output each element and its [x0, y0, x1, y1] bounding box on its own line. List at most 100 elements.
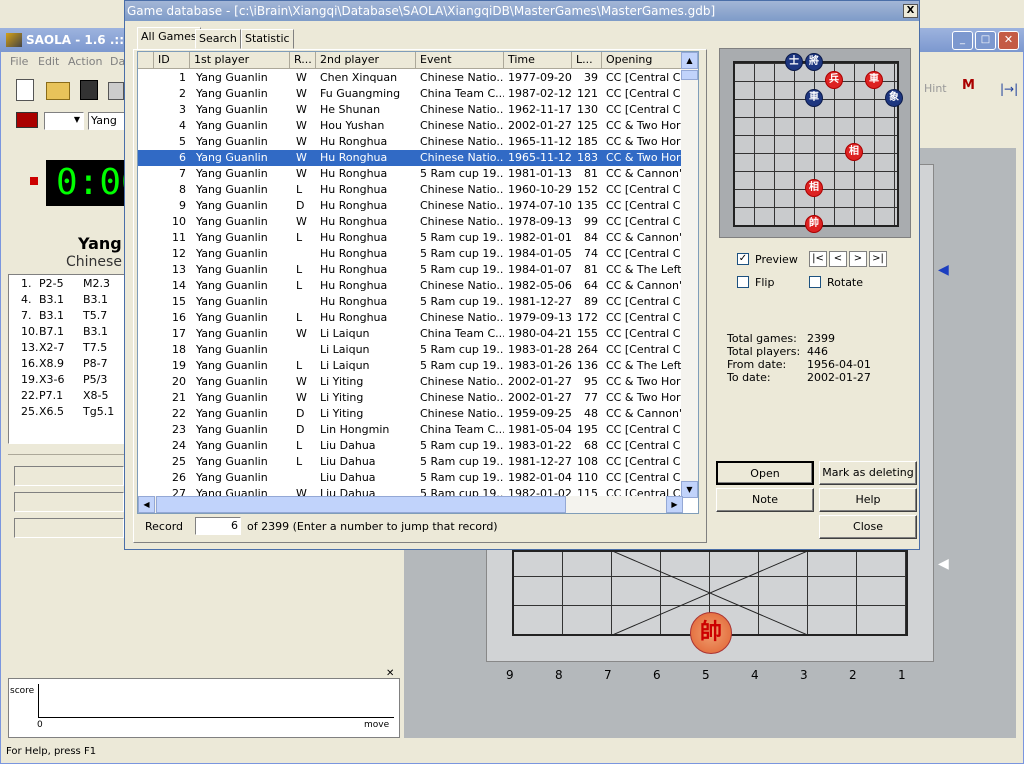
main-close-button[interactable]: ✕: [998, 31, 1019, 50]
table-cell: 1965-11-12: [508, 135, 572, 148]
col-header-opening[interactable]: Opening: [602, 52, 688, 69]
table-row[interactable]: 8 Yang Guanlin L Hu Ronghua Chinese Natio...…: [138, 182, 688, 198]
rotate-label: Rotate: [827, 276, 864, 289]
scroll-right-icon[interactable]: ▶: [666, 496, 683, 513]
print-icon[interactable]: [108, 82, 124, 100]
scroll-left-icon[interactable]: ◀: [138, 496, 155, 513]
table-cell: Chinese Natio...: [420, 103, 504, 116]
table-row[interactable]: 23 Yang Guanlin D Lin Hongmin China Team C..…: [138, 422, 688, 438]
table-row[interactable]: 24 Yang Guanlin L Liu Dahua 5 Ram cup 19... 1…: [138, 438, 688, 454]
hint-label[interactable]: Hint: [924, 82, 947, 95]
move-row[interactable]: 22. P7.1 X8-5: [21, 389, 125, 405]
table-row[interactable]: 3 Yang Guanlin W He Shunan Chinese Natio... 1…: [138, 102, 688, 118]
menu-action[interactable]: Action: [68, 55, 102, 68]
table-row[interactable]: 19 Yang Guanlin L Li Laiqun 5 Ram cup 19... 1…: [138, 358, 688, 374]
table-row[interactable]: 6 Yang Guanlin W Hu Ronghua Chinese Natio...…: [138, 150, 688, 166]
table-cell: 64: [584, 279, 598, 292]
rotate-checkbox[interactable]: [809, 276, 821, 288]
games-table[interactable]: ID 1st player R... 2nd player Event Time…: [137, 51, 699, 514]
move-row[interactable]: 19. X3-6 P5/3: [21, 373, 125, 389]
move-row[interactable]: 13. X2-7 T7.5: [21, 341, 125, 357]
move-row[interactable]: 25. X6.5 Tg5.1: [21, 405, 125, 421]
vertical-scrollbar[interactable]: ▲ ▼: [681, 52, 698, 498]
table-row[interactable]: 15 Yang Guanlin Hu Ronghua 5 Ram cup 19... 1…: [138, 294, 688, 310]
flip-checkbox[interactable]: [737, 276, 749, 288]
table-row[interactable]: 20 Yang Guanlin W Li Yiting Chinese Natio...…: [138, 374, 688, 390]
table-cell: Hu Ronghua: [320, 199, 388, 212]
open-folder-icon[interactable]: [46, 82, 70, 100]
move-row[interactable]: 1. P2-5 M2.3: [21, 277, 125, 293]
table-row[interactable]: 13 Yang Guanlin L Hu Ronghua 5 Ram cup 19...…: [138, 262, 688, 278]
menu-database[interactable]: Da: [110, 55, 125, 68]
scroll-thumb-h[interactable]: [156, 496, 566, 513]
move-info-icon[interactable]: M: [962, 78, 986, 102]
minimize-button[interactable]: _: [952, 31, 973, 50]
move-row[interactable]: 7. B3.1 T5.7: [21, 309, 125, 325]
table-row[interactable]: 17 Yang Guanlin W Li Laiqun China Team C... 1…: [138, 326, 688, 342]
menu-file[interactable]: File: [10, 55, 28, 68]
help-button[interactable]: Help: [819, 488, 917, 512]
table-row[interactable]: 7 Yang Guanlin W Hu Ronghua 5 Ram cup 19... 1…: [138, 166, 688, 182]
table-row[interactable]: 12 Yang Guanlin Hu Ronghua 5 Ram cup 19... 1…: [138, 246, 688, 262]
col-header-player1[interactable]: 1st player: [190, 52, 290, 69]
preview-checkbox[interactable]: ✓: [737, 253, 749, 265]
col-header-time[interactable]: Time: [504, 52, 572, 69]
table-row[interactable]: 18 Yang Guanlin Li Laiqun 5 Ram cup 19... 19…: [138, 342, 688, 358]
mark-deleting-button[interactable]: Mark as deleting: [819, 461, 917, 485]
col-header-event[interactable]: Event: [416, 52, 504, 69]
nav-last-button[interactable]: >|: [869, 251, 887, 267]
col-header-result[interactable]: R...: [290, 52, 316, 69]
table-row[interactable]: 26 Yang Guanlin Liu Dahua 5 Ram cup 19... 19…: [138, 470, 688, 486]
move-row[interactable]: 10. B7.1 B3.1: [21, 325, 125, 341]
maximize-button[interactable]: □: [975, 31, 996, 50]
table-cell: CC & Two Hors: [606, 375, 687, 388]
table-row[interactable]: 2 Yang Guanlin W Fu Guangming China Team C..…: [138, 86, 688, 102]
table-cell: CC [Central Car: [606, 247, 688, 260]
table-cell: 13: [172, 263, 186, 276]
close-button[interactable]: Close: [819, 515, 917, 539]
table-cell: 1984-01-05: [508, 247, 572, 260]
move-row[interactable]: 16. X8.9 P8-7: [21, 357, 125, 373]
scroll-up-icon[interactable]: ▲: [681, 52, 698, 69]
col-header-id[interactable]: ID: [154, 52, 190, 69]
table-row[interactable]: 21 Yang Guanlin W Li Yiting Chinese Natio...…: [138, 390, 688, 406]
table-row[interactable]: 22 Yang Guanlin D Li Yiting Chinese Natio...…: [138, 406, 688, 422]
col-header-player2[interactable]: 2nd player: [316, 52, 416, 69]
tab-search[interactable]: Search: [195, 29, 241, 49]
table-row[interactable]: 11 Yang Guanlin L Hu Ronghua 5 Ram cup 19...…: [138, 230, 688, 246]
record-input[interactable]: 6: [195, 517, 241, 535]
tab-statistic[interactable]: Statistic: [241, 29, 294, 49]
scroll-down-icon[interactable]: ▼: [681, 481, 698, 498]
table-row[interactable]: 25 Yang Guanlin L Liu Dahua 5 Ram cup 19... 1…: [138, 454, 688, 470]
move-to-end-icon[interactable]: |→|: [1000, 82, 1018, 96]
tab-all-games[interactable]: All Games: [137, 27, 201, 50]
comment-field-3[interactable]: [14, 518, 124, 538]
table-row[interactable]: 9 Yang Guanlin D Hu Ronghua Chinese Natio...…: [138, 198, 688, 214]
table-row[interactable]: 5 Yang Guanlin W Hu Ronghua Chinese Natio...…: [138, 134, 688, 150]
table-row[interactable]: 14 Yang Guanlin L Hu Ronghua Chinese Natio..…: [138, 278, 688, 294]
dialog-close-button[interactable]: X: [903, 4, 918, 18]
new-file-icon[interactable]: [16, 79, 34, 101]
scroll-thumb[interactable]: [681, 70, 698, 80]
nav-prev-button[interactable]: <: [829, 251, 847, 267]
general-piece[interactable]: 帥: [690, 612, 732, 654]
horizontal-scrollbar[interactable]: ◀ ▶: [138, 496, 683, 513]
menu-edit[interactable]: Edit: [38, 55, 59, 68]
table-cell: 5 Ram cup 19...: [420, 231, 504, 244]
note-button[interactable]: Note: [716, 488, 814, 512]
table-row[interactable]: 16 Yang Guanlin L Hu Ronghua Chinese Natio..…: [138, 310, 688, 326]
comment-field-2[interactable]: [14, 492, 124, 512]
open-button[interactable]: Open: [716, 461, 814, 485]
player-combo[interactable]: Yang G: [88, 112, 128, 130]
table-row[interactable]: 10 Yang Guanlin W Hu Ronghua Chinese Natio..…: [138, 214, 688, 230]
nav-next-button[interactable]: >: [849, 251, 867, 267]
col-header-length[interactable]: L...: [572, 52, 602, 69]
table-row[interactable]: 4 Yang Guanlin W Hou Yushan Chinese Natio...…: [138, 118, 688, 134]
nav-first-button[interactable]: |<: [809, 251, 827, 267]
side-combo[interactable]: ▼: [44, 112, 84, 130]
table-row[interactable]: 1 Yang Guanlin W Chen Xinquan Chinese Natio.…: [138, 70, 688, 86]
comment-field[interactable]: [14, 466, 124, 486]
move-list[interactable]: 1. P2-5 M2.3 4. B3.1 B3.1 7. B3.1 T5.7 10. B7.1…: [8, 274, 126, 444]
save-icon[interactable]: [80, 80, 98, 100]
move-row[interactable]: 4. B3.1 B3.1: [21, 293, 125, 309]
